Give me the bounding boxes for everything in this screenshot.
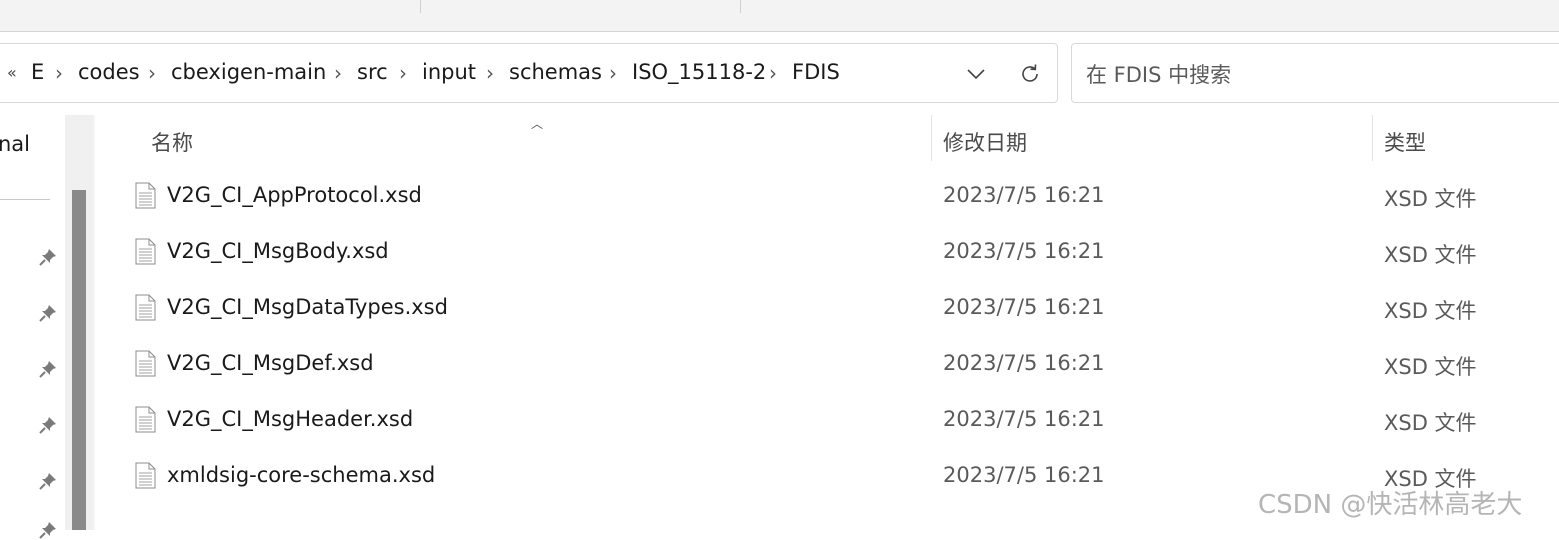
breadcrumb-overflow-button[interactable]: « — [7, 63, 17, 82]
file-name[interactable]: V2G_CI_MsgDef.xsd — [167, 351, 374, 375]
breadcrumb-separator[interactable]: › — [769, 61, 777, 85]
file-date: 2023/7/5 16:21 — [943, 239, 1105, 263]
breadcrumb-separator[interactable]: › — [334, 61, 342, 85]
file-row[interactable]: V2G_CI_MsgDef.xsd 2023/7/5 16:21 XSD 文件 — [95, 339, 1559, 395]
tab-divider — [740, 0, 741, 13]
nav-scrollbar-thumb[interactable] — [72, 190, 86, 530]
breadcrumb-separator[interactable]: › — [148, 61, 156, 85]
chevron-down-icon — [967, 69, 985, 80]
nav-item-label[interactable]: nal — [0, 132, 30, 156]
breadcrumb-item-codes[interactable]: codes — [78, 60, 140, 84]
address-bar[interactable]: « E › codes › cbexigen-main › src › inpu… — [0, 43, 1058, 103]
column-header-name[interactable]: 名称 — [151, 127, 193, 157]
tab-divider — [420, 0, 421, 13]
file-row[interactable]: V2G_CI_MsgHeader.xsd 2023/7/5 16:21 XSD … — [95, 395, 1559, 451]
document-icon — [135, 238, 156, 265]
document-icon — [135, 294, 156, 321]
breadcrumb-item-src[interactable]: src — [357, 60, 388, 84]
tab-strip — [0, 0, 1559, 32]
pin-icon[interactable] — [38, 520, 58, 540]
pin-icon[interactable] — [38, 303, 58, 323]
file-row[interactable]: V2G_CI_MsgDataTypes.xsd 2023/7/5 16:21 X… — [95, 283, 1559, 339]
breadcrumb-separator[interactable]: › — [399, 61, 407, 85]
pin-icon[interactable] — [38, 415, 58, 435]
sort-ascending-icon: ︿ — [531, 117, 544, 131]
document-icon — [135, 350, 156, 377]
file-date: 2023/7/5 16:21 — [943, 407, 1105, 431]
file-name[interactable]: V2G_CI_AppProtocol.xsd — [167, 183, 422, 207]
document-icon — [135, 406, 156, 433]
file-date: 2023/7/5 16:21 — [943, 183, 1105, 207]
column-header-type[interactable]: 类型 — [1384, 127, 1426, 157]
refresh-button[interactable] — [1014, 58, 1046, 90]
column-header-date[interactable]: 修改日期 — [943, 127, 1027, 157]
file-type: XSD 文件 — [1384, 355, 1477, 379]
file-row[interactable]: V2G_CI_MsgBody.xsd 2023/7/5 16:21 XSD 文件 — [95, 227, 1559, 283]
column-divider[interactable] — [931, 115, 932, 161]
breadcrumb-separator[interactable]: › — [55, 61, 63, 85]
file-date: 2023/7/5 16:21 — [943, 463, 1105, 487]
nav-divider — [0, 199, 50, 200]
pin-icon[interactable] — [38, 247, 58, 267]
file-type: XSD 文件 — [1384, 299, 1477, 323]
file-name[interactable]: V2G_CI_MsgBody.xsd — [167, 239, 389, 263]
history-dropdown-button[interactable] — [960, 58, 992, 90]
search-input[interactable] — [1084, 59, 1548, 91]
breadcrumb-item-iso-15118-2[interactable]: ISO_15118-2 — [632, 60, 766, 84]
file-type: XSD 文件 — [1384, 187, 1477, 211]
breadcrumb-item-input[interactable]: input — [422, 60, 476, 84]
file-date: 2023/7/5 16:21 — [943, 295, 1105, 319]
column-header-row: ︿ 名称 修改日期 类型 — [95, 115, 1559, 165]
file-type: XSD 文件 — [1384, 243, 1477, 267]
search-box[interactable] — [1071, 43, 1559, 103]
file-name[interactable]: V2G_CI_MsgDataTypes.xsd — [167, 295, 448, 319]
breadcrumb-item-e[interactable]: E — [31, 60, 44, 84]
breadcrumb-item-schemas[interactable]: schemas — [509, 60, 602, 84]
breadcrumb-item-fdis[interactable]: FDIS — [792, 60, 840, 84]
pin-icon[interactable] — [38, 359, 58, 379]
document-icon — [135, 462, 156, 489]
file-date: 2023/7/5 16:21 — [943, 351, 1105, 375]
file-type: XSD 文件 — [1384, 411, 1477, 435]
column-divider[interactable] — [1372, 115, 1373, 161]
breadcrumb-separator[interactable]: › — [486, 61, 494, 85]
file-name[interactable]: V2G_CI_MsgHeader.xsd — [167, 407, 413, 431]
watermark: CSDN @快活林高老大 — [1258, 490, 1523, 520]
pin-icon[interactable] — [38, 471, 58, 491]
document-icon — [135, 182, 156, 209]
file-row[interactable]: V2G_CI_AppProtocol.xsd 2023/7/5 16:21 XS… — [95, 171, 1559, 227]
file-name[interactable]: xmldsig-core-schema.xsd — [167, 463, 435, 487]
refresh-icon — [1022, 64, 1038, 82]
breadcrumb-separator[interactable]: › — [609, 61, 617, 85]
breadcrumb-item-cbexigen-main[interactable]: cbexigen-main — [171, 60, 326, 84]
